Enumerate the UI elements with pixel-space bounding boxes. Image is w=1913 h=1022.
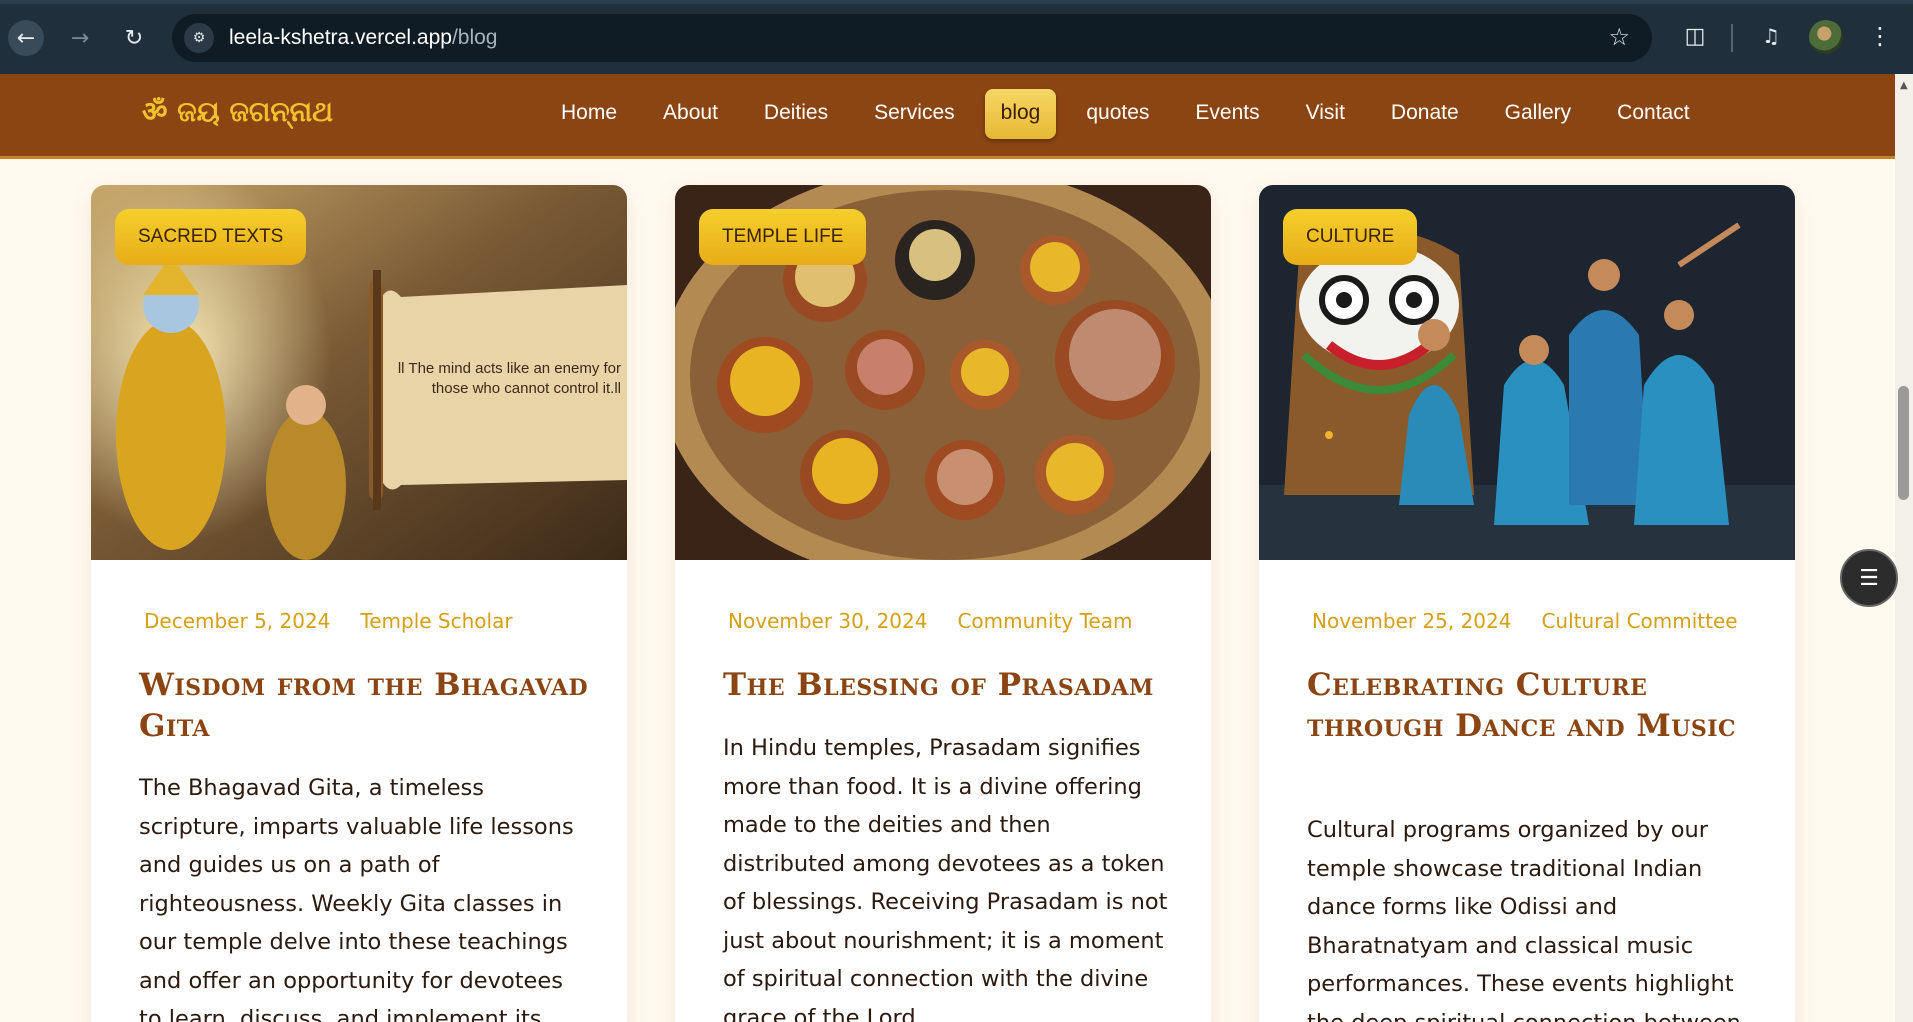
main-nav: Home About Deities Services blog quotes … xyxy=(538,89,1713,139)
browser-toolbar: ← → ↻ ⚙ leela-kshetra.vercel.app/blog ☆ … xyxy=(0,0,1913,74)
url-text[interactable]: leela-kshetra.vercel.app/blog xyxy=(229,26,498,50)
scroll-quote-line-1: ll The mind acts like an enemy for xyxy=(398,360,621,377)
post-meta: November 25, 2024 Cultural Committee xyxy=(1312,609,1738,633)
nav-events[interactable]: Events xyxy=(1179,89,1275,139)
post-date: November 30, 2024 xyxy=(728,609,928,633)
post-date: December 5, 2024 xyxy=(144,609,331,633)
media-control-icon[interactable]: ♫ xyxy=(1753,18,1789,54)
dance-painting: CULTURE xyxy=(1259,185,1795,560)
category-badge[interactable]: SACRED TEXTS xyxy=(115,209,307,265)
post-meta: December 5, 2024 Temple Scholar xyxy=(144,609,513,633)
nav-services[interactable]: Services xyxy=(858,89,971,139)
extensions-icon[interactable]: ◫ xyxy=(1677,18,1713,54)
site-info-icon[interactable]: ⚙ xyxy=(184,23,214,53)
blog-card[interactable]: CULTURE November 25, 2024 Cultural Commi… xyxy=(1259,185,1795,1022)
bookmark-star-icon[interactable]: ☆ xyxy=(1608,23,1630,51)
reading-list-icon[interactable]: ☰ xyxy=(1840,549,1898,607)
site-logo[interactable]: ॐ ଜୟ ଜଗନ୍ନାଥ xyxy=(142,92,333,130)
nav-blog[interactable]: blog xyxy=(984,89,1057,139)
url-path: /blog xyxy=(451,26,498,49)
post-title[interactable]: Wisdom from the Bhagavad Gita xyxy=(139,665,599,747)
address-bar[interactable]: ⚙ leela-kshetra.vercel.app/blog ☆ xyxy=(172,14,1652,62)
nav-deities[interactable]: Deities xyxy=(748,89,844,139)
blog-card[interactable]: ll The mind acts like an enemy for those… xyxy=(91,185,627,1022)
category-badge[interactable]: TEMPLE LIFE xyxy=(699,209,867,265)
post-author: Cultural Committee xyxy=(1541,609,1738,633)
post-meta: November 30, 2024 Community Team xyxy=(728,609,1132,633)
prasadam-photo: TEMPLE LIFE xyxy=(675,185,1211,560)
scrollbar-thumb[interactable] xyxy=(1898,386,1909,500)
post-title[interactable]: Celebrating Culture through Dance and Mu… xyxy=(1307,665,1767,747)
blog-card[interactable]: TEMPLE LIFE November 30, 2024 Community … xyxy=(675,185,1211,1022)
post-excerpt: The Bhagavad Gita, a timeless scripture,… xyxy=(139,775,574,1022)
profile-avatar[interactable] xyxy=(1809,20,1843,54)
forward-arrow-icon[interactable]: → xyxy=(62,20,98,56)
post-author: Community Team xyxy=(957,609,1133,633)
nav-donate[interactable]: Donate xyxy=(1375,89,1475,139)
page-scrollbar[interactable] xyxy=(1895,74,1913,1022)
post-date: November 25, 2024 xyxy=(1312,609,1512,633)
nav-about[interactable]: About xyxy=(647,89,734,139)
nav-home[interactable]: Home xyxy=(545,89,633,139)
scroll-quote-line-2: those who cannot control it.ll xyxy=(432,380,621,397)
nav-quotes[interactable]: quotes xyxy=(1070,89,1165,139)
url-host: leela-kshetra.vercel.app xyxy=(229,26,452,49)
nav-contact[interactable]: Contact xyxy=(1601,89,1705,139)
category-badge[interactable]: CULTURE xyxy=(1283,209,1418,265)
post-excerpt: In Hindu temples, Prasadam signifies mor… xyxy=(723,735,1168,1022)
post-excerpt: Cultural programs organized by our templ… xyxy=(1307,817,1741,1022)
browser-menu-icon[interactable]: ⋮ xyxy=(1864,18,1896,54)
back-arrow-icon[interactable]: ← xyxy=(8,20,44,56)
nav-visit[interactable]: Visit xyxy=(1290,89,1361,139)
scroll-up-arrow-icon[interactable]: ▲ xyxy=(1900,80,1908,91)
reload-icon[interactable]: ↻ xyxy=(116,20,152,56)
toolbar-divider xyxy=(1731,24,1733,52)
post-title[interactable]: The Blessing of Prasadam xyxy=(723,665,1183,706)
gita-illustration: ll The mind acts like an enemy for those… xyxy=(91,185,627,560)
site-header: ॐ ଜୟ ଜଗନ୍ନାଥ Home About Deities Services… xyxy=(0,74,1895,156)
nav-gallery[interactable]: Gallery xyxy=(1489,89,1588,139)
post-author: Temple Scholar xyxy=(360,609,513,633)
tab-strip-edge xyxy=(0,0,1913,4)
